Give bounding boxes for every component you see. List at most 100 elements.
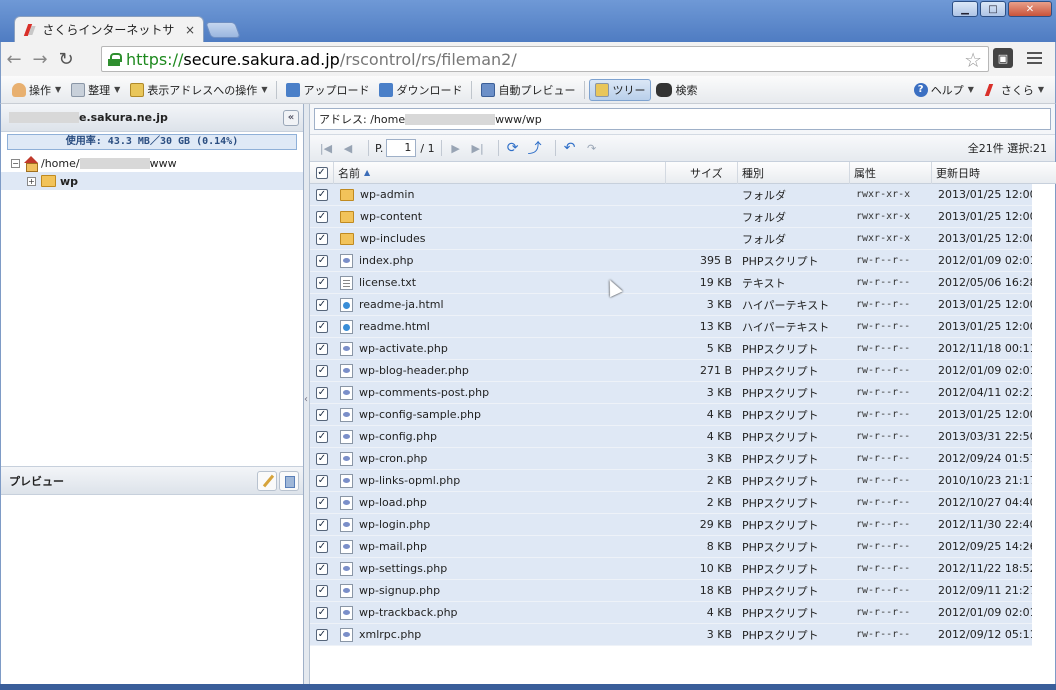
row-checkbox[interactable]: ✓ bbox=[310, 184, 334, 206]
table-row[interactable]: ✓ wp-comments-post.php 3 KB PHPスクリプト rw-r--r… bbox=[310, 382, 1032, 404]
back-arrow-icon[interactable]: ← bbox=[1, 46, 27, 72]
menu-icon[interactable] bbox=[1027, 48, 1045, 68]
table-row[interactable]: ✓ wp-includes フォルダ rwxr-xr-x 2013/01/25 12:0… bbox=[310, 228, 1032, 250]
row-checkbox[interactable]: ✓ bbox=[310, 404, 334, 426]
row-checkbox[interactable]: ✓ bbox=[310, 448, 334, 470]
extension-icon[interactable]: ▣ bbox=[993, 48, 1013, 68]
file-name-cell[interactable]: readme-ja.html bbox=[334, 294, 666, 316]
table-row[interactable]: ✓ wp-signup.php 18 KB PHPスクリプト rw-r--r-- 2012… bbox=[310, 580, 1032, 602]
expand-toggle-icon[interactable]: + bbox=[27, 176, 36, 186]
column-header-size[interactable]: サイズ bbox=[666, 161, 738, 184]
table-row[interactable]: ✓ wp-trackback.php 4 KB PHPスクリプト rw-r--r-- 20… bbox=[310, 602, 1032, 624]
table-row[interactable]: ✓ wp-admin フォルダ rwxr-xr-x 2013/01/25 12:00 bbox=[310, 184, 1032, 206]
maximize-button[interactable]: □ bbox=[980, 1, 1006, 17]
sakura-menu-button[interactable]: さくら ▼ bbox=[979, 79, 1049, 101]
file-name-cell[interactable]: wp-load.php bbox=[334, 492, 666, 514]
table-row[interactable]: ✓ wp-login.php 29 KB PHPスクリプト rw-r--r-- 2012/… bbox=[310, 514, 1032, 536]
table-row[interactable]: ✓ wp-blog-header.php 271 B PHPスクリプト rw-r--r-… bbox=[310, 360, 1032, 382]
file-name-cell[interactable]: wp-config-sample.php bbox=[334, 404, 666, 426]
column-header-type[interactable]: 種別 bbox=[738, 161, 850, 184]
new-tab-button[interactable] bbox=[205, 22, 241, 38]
file-name-cell[interactable]: wp-settings.php bbox=[334, 558, 666, 580]
file-name-cell[interactable]: wp-admin bbox=[334, 184, 666, 206]
row-checkbox[interactable]: ✓ bbox=[310, 316, 334, 338]
tree-toggle-button[interactable]: ツリー bbox=[589, 78, 652, 101]
history-back-icon[interactable]: ↶ bbox=[562, 140, 578, 156]
table-row[interactable]: ✓ wp-mail.php 8 KB PHPスクリプト rw-r--r-- 2012/09… bbox=[310, 536, 1032, 558]
file-name-cell[interactable]: wp-content bbox=[334, 206, 666, 228]
search-button[interactable]: 検索 bbox=[651, 79, 702, 101]
row-checkbox[interactable]: ✓ bbox=[310, 580, 334, 602]
row-checkbox[interactable]: ✓ bbox=[310, 536, 334, 558]
table-row[interactable]: ✓ wp-config.php 4 KB PHPスクリプト rw-r--r-- 2013/… bbox=[310, 426, 1032, 448]
row-checkbox[interactable]: ✓ bbox=[310, 360, 334, 382]
first-page-icon[interactable]: |◀ bbox=[318, 140, 334, 156]
collapse-toggle-icon[interactable]: − bbox=[11, 158, 20, 168]
select-all-checkbox[interactable]: ✓ bbox=[310, 161, 334, 184]
prev-page-icon[interactable]: ◀ bbox=[340, 140, 356, 156]
table-row[interactable]: ✓ xmlrpc.php 3 KB PHPスクリプト rw-r--r-- 2012/09/… bbox=[310, 624, 1032, 646]
file-name-cell[interactable]: wp-login.php bbox=[334, 514, 666, 536]
file-name-cell[interactable]: wp-trackback.php bbox=[334, 602, 666, 624]
table-row[interactable]: ✓ wp-config-sample.php 4 KB PHPスクリプト rw-r--r… bbox=[310, 404, 1032, 426]
download-button[interactable]: ダウンロード bbox=[374, 79, 467, 101]
file-name-cell[interactable]: wp-blog-header.php bbox=[334, 360, 666, 382]
column-header-name[interactable]: 名前 ▲ bbox=[334, 161, 666, 184]
table-row[interactable]: ✓ wp-settings.php 10 KB PHPスクリプト rw-r--r-- 20… bbox=[310, 558, 1032, 580]
address-ops-menu-button[interactable]: 表示アドレスへの操作 ▼ bbox=[125, 79, 272, 101]
file-name-cell[interactable]: wp-comments-post.php bbox=[334, 382, 666, 404]
table-row[interactable]: ✓ license.txt 19 KB テキスト rw-r--r-- 2012/05/06… bbox=[310, 272, 1032, 294]
refresh-icon[interactable]: ⟳ bbox=[505, 140, 521, 156]
help-menu-button[interactable]: ? ヘルプ ▼ bbox=[909, 79, 979, 101]
file-name-cell[interactable]: wp-includes bbox=[334, 228, 666, 250]
file-name-cell[interactable]: wp-config.php bbox=[334, 426, 666, 448]
history-forward-icon[interactable]: ↷ bbox=[584, 140, 600, 156]
row-checkbox[interactable]: ✓ bbox=[310, 470, 334, 492]
edit-pencil-icon[interactable] bbox=[257, 470, 277, 491]
table-row[interactable]: ✓ wp-content フォルダ rwxr-xr-x 2013/01/25 12:00 bbox=[310, 206, 1032, 228]
row-checkbox[interactable]: ✓ bbox=[310, 294, 334, 316]
page-number-input[interactable]: 1 bbox=[386, 139, 417, 157]
row-checkbox[interactable]: ✓ bbox=[310, 514, 334, 536]
row-checkbox[interactable]: ✓ bbox=[310, 426, 334, 448]
minimize-button[interactable]: ▁ bbox=[952, 1, 978, 17]
row-checkbox[interactable]: ✓ bbox=[310, 206, 334, 228]
row-checkbox[interactable]: ✓ bbox=[310, 272, 334, 294]
table-row[interactable]: ✓ wp-activate.php 5 KB PHPスクリプト rw-r--r-- 201… bbox=[310, 338, 1032, 360]
row-checkbox[interactable]: ✓ bbox=[310, 250, 334, 272]
auto-preview-button[interactable]: 自動プレビュー bbox=[476, 79, 580, 101]
file-name-cell[interactable]: index.php bbox=[334, 250, 666, 272]
file-name-cell[interactable]: wp-mail.php bbox=[334, 536, 666, 558]
file-name-cell[interactable]: readme.html bbox=[334, 316, 666, 338]
row-checkbox[interactable]: ✓ bbox=[310, 382, 334, 404]
row-checkbox[interactable]: ✓ bbox=[310, 492, 334, 514]
forward-arrow-icon[interactable]: → bbox=[27, 46, 53, 72]
row-checkbox[interactable]: ✓ bbox=[310, 228, 334, 250]
preview-document-icon[interactable] bbox=[279, 470, 299, 491]
table-row[interactable]: ✓ wp-cron.php 3 KB PHPスクリプト rw-r--r-- 2012/09… bbox=[310, 448, 1032, 470]
bookmark-star-icon[interactable]: ☆ bbox=[964, 48, 982, 72]
reload-icon[interactable]: ↻ bbox=[53, 46, 79, 72]
organize-menu-button[interactable]: 整理 ▼ bbox=[66, 79, 125, 101]
browser-tab[interactable]: さくらインターネットサ × bbox=[14, 16, 204, 42]
tree-node-wp[interactable]: + wp bbox=[1, 172, 303, 190]
file-name-cell[interactable]: xmlrpc.php bbox=[334, 624, 666, 646]
row-checkbox[interactable]: ✓ bbox=[310, 624, 334, 646]
table-row[interactable]: ✓ index.php 395 B PHPスクリプト rw-r--r-- 2012/01/… bbox=[310, 250, 1032, 272]
collapse-panel-button[interactable]: « bbox=[283, 109, 299, 126]
table-row[interactable]: ✓ wp-load.php 2 KB PHPスクリプト rw-r--r-- 2012/10… bbox=[310, 492, 1032, 514]
parent-folder-icon[interactable]: ⤴ bbox=[527, 140, 543, 157]
next-page-icon[interactable]: ▶ bbox=[448, 140, 464, 156]
file-name-cell[interactable]: wp-cron.php bbox=[334, 448, 666, 470]
upload-button[interactable]: アップロード bbox=[281, 79, 374, 101]
tab-close-icon[interactable]: × bbox=[185, 23, 195, 37]
column-header-date[interactable]: 更新日時 bbox=[932, 162, 1032, 184]
table-row[interactable]: ✓ readme-ja.html 3 KB ハイパーテキスト rw-r--r-- 2013… bbox=[310, 294, 1032, 316]
row-checkbox[interactable]: ✓ bbox=[310, 558, 334, 580]
row-checkbox[interactable]: ✓ bbox=[310, 338, 334, 360]
table-row[interactable]: ✓ wp-links-opml.php 2 KB PHPスクリプト rw-r--r-- 2… bbox=[310, 470, 1032, 492]
last-page-icon[interactable]: ▶| bbox=[470, 140, 486, 156]
file-name-cell[interactable]: wp-links-opml.php bbox=[334, 470, 666, 492]
column-header-attr[interactable]: 属性 bbox=[850, 161, 932, 184]
address-field[interactable]: アドレス: /home www /wp bbox=[314, 108, 1051, 130]
